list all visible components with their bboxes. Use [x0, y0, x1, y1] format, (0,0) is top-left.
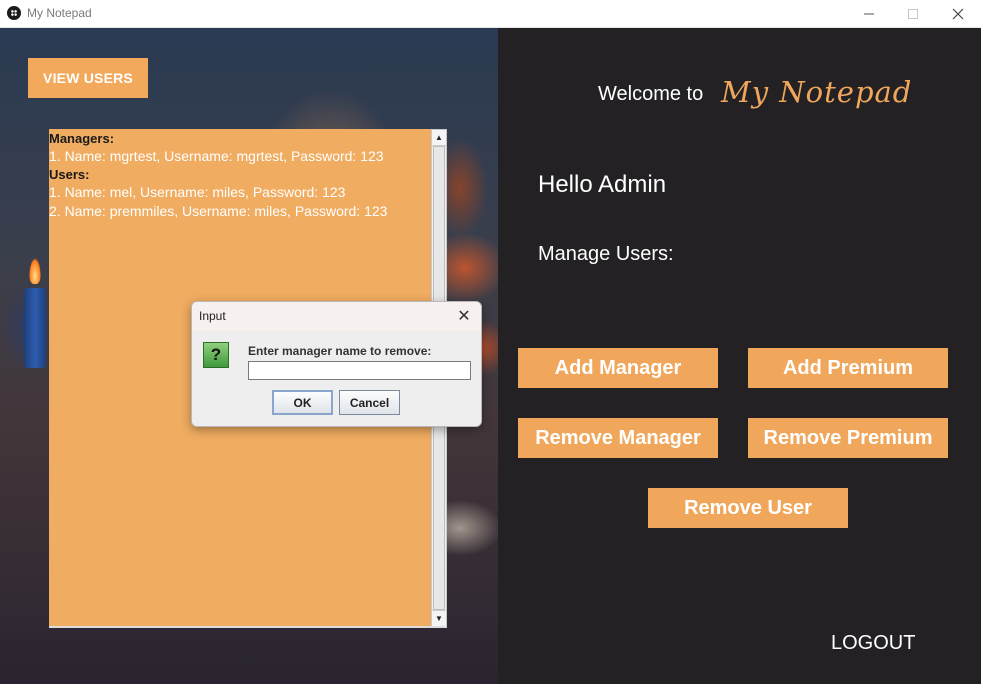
scroll-up-button[interactable]: ▲ [432, 130, 446, 146]
maximize-icon [908, 9, 918, 19]
list-item: 2. Name: premmiles, Username: miles, Pas… [49, 203, 388, 219]
brand-title: My Notepad [721, 75, 913, 109]
window-title-bar: My Notepad [0, 0, 981, 28]
close-icon: ✕ [457, 308, 471, 325]
remove-premium-button[interactable]: Remove Premium [748, 418, 948, 458]
list-item: 1. Name: mel, Username: miles, Password:… [49, 184, 346, 200]
candle-decoration [24, 288, 46, 368]
dialog-close-button[interactable]: ✕ [455, 306, 473, 326]
question-icon: ? [203, 342, 229, 368]
candle-flame-decoration [29, 258, 41, 284]
input-dialog: Input ✕ ? Enter manager name to remove: … [191, 301, 482, 427]
maximize-button[interactable] [890, 0, 936, 28]
app-icon [7, 6, 21, 20]
minimize-button[interactable] [846, 0, 892, 28]
add-premium-button[interactable]: Add Premium [748, 348, 948, 388]
welcome-text: Welcome to [598, 83, 704, 105]
ok-button[interactable]: OK [272, 390, 333, 415]
close-window-button[interactable] [935, 0, 981, 28]
dialog-prompt: Enter manager name to remove: [248, 344, 432, 358]
list-heading-users: Users: [49, 167, 90, 182]
manager-name-input[interactable] [248, 361, 471, 380]
window-title: My Notepad [27, 6, 92, 20]
scroll-down-button[interactable]: ▼ [432, 610, 446, 626]
minimize-icon [864, 13, 874, 15]
dialog-body: ? Enter manager name to remove: OK Cance… [192, 331, 481, 426]
view-users-button[interactable]: VIEW USERS [28, 58, 148, 98]
cancel-button[interactable]: Cancel [339, 390, 400, 415]
logout-link[interactable]: LOGOUT [831, 632, 915, 655]
remove-manager-button[interactable]: Remove Manager [518, 418, 718, 458]
remove-user-button[interactable]: Remove User [648, 488, 848, 528]
admin-panel: Welcome to My Notepad Hello Admin Manage… [498, 28, 981, 684]
add-manager-button[interactable]: Add Manager [518, 348, 718, 388]
list-item: 1. Name: mgrtest, Username: mgrtest, Pas… [49, 148, 384, 164]
text-area-bottom-border [49, 626, 447, 628]
close-icon [952, 8, 964, 20]
manage-users-heading: Manage Users: [538, 243, 674, 265]
greeting-text: Hello Admin [538, 171, 667, 198]
chevron-down-icon: ▼ [435, 614, 443, 623]
dialog-title-bar: Input ✕ [192, 302, 481, 331]
list-heading-managers: Managers: [49, 131, 115, 146]
chevron-up-icon: ▲ [435, 133, 443, 142]
dialog-title: Input [199, 309, 226, 323]
